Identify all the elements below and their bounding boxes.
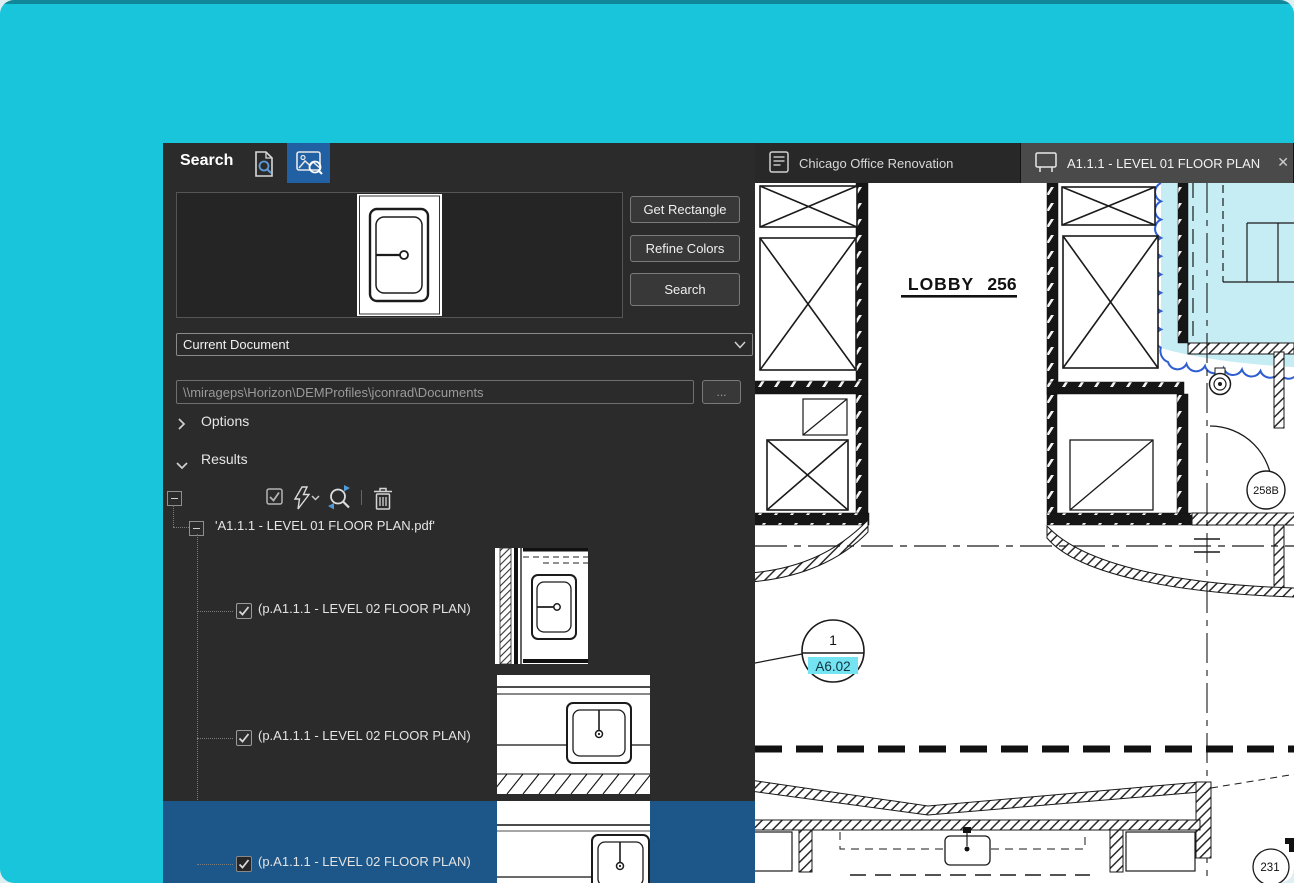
trash-icon[interactable]	[373, 486, 393, 516]
reception-desk	[755, 774, 1294, 875]
result-label: (p.A1.1.1 - LEVEL 02 FLOOR PLAN)	[258, 601, 471, 616]
tree-connector	[197, 738, 233, 739]
text-search-icon-button[interactable]	[248, 147, 282, 183]
search-scope-value: Current Document	[183, 337, 289, 352]
chevron-down-icon	[734, 337, 746, 352]
tab-bar: Chicago Office Renovation A1.1.1 - LEVEL…	[755, 143, 1294, 183]
refine-colors-button[interactable]: Refine Colors	[630, 235, 740, 262]
floor-fixture-symbol	[1210, 368, 1231, 395]
result-row-2[interactable]: (p.A1.1.1 - LEVEL 02 FLOOR PLAN)	[163, 675, 755, 801]
tree-connector	[173, 527, 189, 528]
query-image-sink-symbol	[357, 194, 442, 316]
svg-text:231: 231	[1260, 862, 1279, 874]
search-panel: Search	[163, 143, 755, 883]
browse-button[interactable]: ...	[702, 380, 741, 404]
room-label-lobby: LOBBY 256	[901, 274, 1017, 298]
svg-text:LOBBY: LOBBY	[908, 274, 974, 294]
floor-plan-drawing[interactable]: LOBBY 256 258B 1 A6.02	[755, 183, 1294, 883]
result-row-1[interactable]: (p.A1.1.1 - LEVEL 02 FLOOR PLAN)	[163, 548, 755, 674]
search-scope-dropdown[interactable]: Current Document	[176, 333, 753, 356]
options-section-toggle[interactable]: Options	[201, 413, 249, 429]
tab-level-01-floor-plan[interactable]: A1.1.1 - LEVEL 01 FLOOR PLAN ✕	[1021, 143, 1294, 183]
result-label: (p.A1.1.1 - LEVEL 02 FLOOR PLAN)	[258, 728, 471, 743]
detail-callout-A6.02[interactable]: 1 A6.02	[755, 620, 864, 682]
svg-text:256: 256	[987, 274, 1016, 294]
tree-connector	[197, 611, 233, 612]
room-tag-231: 231	[1253, 838, 1294, 883]
result-checkbox[interactable]	[236, 856, 252, 872]
tab-chicago-office-renovation[interactable]: Chicago Office Renovation	[755, 143, 1021, 183]
tree-connector	[173, 505, 174, 527]
document-search-icon	[253, 150, 277, 181]
image-search-icon	[295, 149, 323, 178]
tab-label: Chicago Office Renovation	[799, 156, 953, 171]
collapse-all-toggle[interactable]	[167, 491, 182, 506]
toolbar-divider	[361, 490, 362, 505]
results-section-toggle[interactable]: Results	[201, 451, 248, 467]
select-all-checkbox[interactable]	[266, 488, 283, 510]
door-tag-258B: 258B	[1210, 426, 1285, 509]
frame-top-shade	[0, 0, 1294, 4]
tab-label: A1.1.1 - LEVEL 01 FLOOR PLAN	[1067, 156, 1260, 171]
search-button[interactable]: Search	[630, 273, 740, 306]
lightning-action-icon[interactable]	[291, 486, 321, 515]
result-row-3-selected[interactable]: (p.A1.1.1 - LEVEL 02 FLOOR PLAN)	[163, 801, 755, 883]
chevron-right-icon[interactable]	[177, 417, 187, 435]
result-thumbnail-sink	[495, 548, 588, 664]
result-file-label[interactable]: 'A1.1.1 - LEVEL 01 FLOOR PLAN.pdf'	[215, 518, 435, 533]
search-image-preview	[176, 192, 623, 318]
tree-connector	[197, 864, 233, 865]
result-checkbox[interactable]	[236, 730, 252, 746]
result-label: (p.A1.1.1 - LEVEL 02 FLOOR PLAN)	[258, 854, 471, 869]
chevron-down-icon[interactable]	[176, 458, 188, 476]
panel-title: Search	[180, 152, 233, 170]
get-rectangle-button[interactable]: Get Rectangle	[630, 196, 740, 223]
visual-search-icon-button[interactable]	[287, 143, 330, 183]
result-thumbnail-sink	[497, 801, 650, 883]
folder-path-input[interactable]: \\mirageps\Horizon\DEMProfiles\jconrad\D…	[176, 380, 694, 404]
svg-text:258B: 258B	[1253, 485, 1279, 497]
column-x-boxes	[760, 186, 1158, 510]
document-report-icon	[769, 151, 789, 176]
result-checkbox[interactable]	[236, 603, 252, 619]
document-viewer: Chicago Office Renovation A1.1.1 - LEVEL…	[755, 143, 1294, 883]
drawing-board-icon	[1035, 151, 1057, 176]
folder-path-value: \\mirageps\Horizon\DEMProfiles\jconrad\D…	[183, 385, 484, 400]
svg-text:1: 1	[829, 632, 837, 648]
svg-text:A6.02: A6.02	[815, 659, 850, 674]
result-thumbnail-sink	[497, 675, 650, 794]
screenshot-frame: Search	[0, 0, 1294, 883]
close-icon[interactable]: ✕	[1277, 154, 1289, 171]
zoom-to-result-icon[interactable]	[326, 484, 353, 516]
